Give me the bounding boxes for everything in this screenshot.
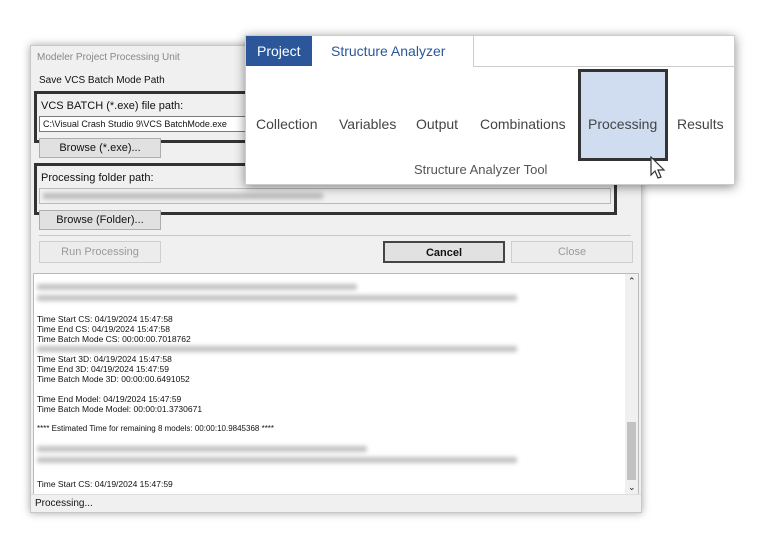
log-line: Time End CS: 04/19/2024 15:47:58: [37, 324, 170, 334]
output-button[interactable]: Output: [416, 116, 458, 132]
close-button[interactable]: Close: [511, 241, 633, 263]
variables-button[interactable]: Variables: [339, 116, 396, 132]
log-line: Time Batch Mode 3D: 00:00:00.6491052: [37, 374, 190, 384]
collection-button[interactable]: Collection: [256, 116, 317, 132]
processing-button[interactable]: Processing: [578, 69, 668, 161]
log-line: Time Batch Mode CS: 00:00:00.7018762: [37, 334, 191, 344]
scroll-thumb[interactable]: [627, 422, 636, 480]
results-button[interactable]: Results: [677, 116, 724, 132]
run-processing-button[interactable]: Run Processing: [39, 241, 161, 263]
scroll-up-icon[interactable]: ⌃: [628, 276, 636, 286]
folder-path-input[interactable]: [39, 188, 611, 204]
divider: [39, 235, 631, 236]
log-output[interactable]: Time Start CS: 04/19/2024 15:47:58 Time …: [33, 273, 639, 495]
cancel-button[interactable]: Cancel: [383, 241, 505, 263]
browse-exe-button[interactable]: Browse (*.exe)...: [39, 138, 161, 158]
log-line: Time End 3D: 04/19/2024 15:47:59: [37, 364, 169, 374]
processing-label: Processing: [588, 116, 658, 132]
tab-structure-analyzer[interactable]: Structure Analyzer: [320, 36, 474, 67]
log-line: Time End Model: 04/19/2024 15:47:59: [37, 394, 182, 404]
folder-label: Processing folder path:: [41, 172, 154, 184]
exe-label: VCS BATCH (*.exe) file path:: [41, 100, 184, 112]
log-line: Time Start 3D: 04/19/2024 15:47:58: [37, 354, 172, 364]
scroll-down-icon[interactable]: ⌄: [628, 482, 636, 492]
combinations-button[interactable]: Combinations: [480, 116, 566, 132]
tab-project[interactable]: Project: [246, 36, 312, 66]
mouse-cursor-icon: [650, 156, 666, 179]
log-scrollbar[interactable]: ⌃ ⌄: [625, 274, 638, 494]
log-line: **** Estimated Time for remaining 8 mode…: [37, 424, 275, 433]
log-line: Time Batch Mode Model: 00:00:01.3730671: [37, 404, 203, 414]
log-line: Time Start CS: 04/19/2024 15:47:59: [37, 479, 173, 489]
ribbon: Project Structure Analyzer Collection Va…: [245, 35, 735, 185]
status-bar: Processing...: [31, 494, 641, 512]
window-title: Modeler Project Processing Unit: [37, 52, 180, 63]
log-line: Time Start CS: 04/19/2024 15:47:58: [37, 314, 173, 324]
group-label: Structure Analyzer Tool: [414, 162, 548, 177]
browse-folder-button[interactable]: Browse (Folder)...: [39, 210, 161, 230]
